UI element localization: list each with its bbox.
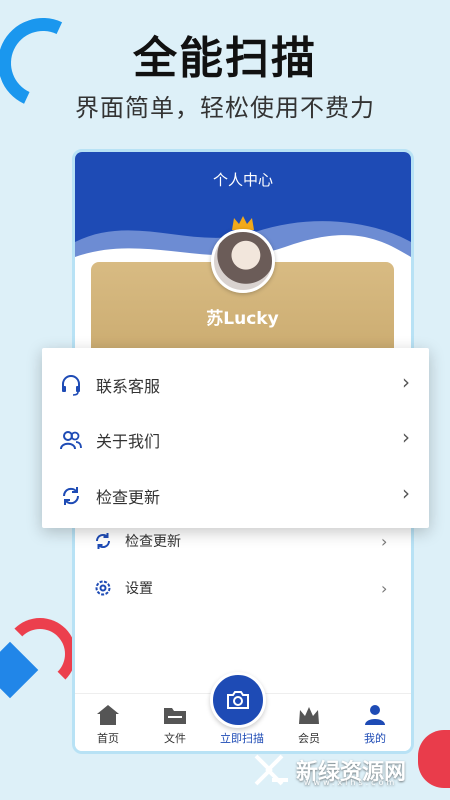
tab-mine[interactable]: 我的 (345, 694, 405, 751)
crown-icon (299, 707, 319, 724)
chevron-right-icon: › (381, 578, 388, 598)
tab-membership[interactable]: 会员 (279, 694, 339, 751)
username: 苏Lucky (206, 309, 279, 329)
popup-item-check-update[interactable]: 检查更新 › (42, 467, 429, 523)
watermark: 新绿资源网 www.xlhs.com (252, 748, 442, 792)
avatar[interactable] (211, 229, 275, 293)
tab-scan-now[interactable]: 立即扫描 (210, 672, 272, 751)
popup-item-label: 检查更新 (96, 488, 161, 507)
tab-home[interactable]: 首页 (78, 694, 138, 751)
watermark-url: www.xlhs.com (304, 778, 398, 787)
user-icon (365, 705, 385, 725)
menu-item-label: 设置 (125, 581, 153, 597)
menu-popup: 联系客服 › 关于我们 › 检查更新 › (42, 348, 429, 528)
users-icon (60, 429, 82, 451)
chevron-right-icon: › (402, 481, 410, 505)
refresh-icon (60, 485, 82, 507)
tab-label: 文件 (164, 732, 186, 745)
popup-item-label: 关于我们 (96, 432, 161, 451)
tab-label: 我的 (364, 732, 386, 745)
chevron-right-icon: › (402, 425, 410, 449)
chevron-right-icon: › (381, 531, 388, 551)
popup-item-label: 联系客服 (96, 377, 161, 396)
headset-icon (60, 374, 82, 396)
tab-label: 会员 (298, 732, 320, 745)
menu-item-label: 检查更新 (125, 534, 181, 550)
popup-item-about-us[interactable]: 关于我们 › (42, 411, 429, 467)
popup-item-contact-support[interactable]: 联系客服 › (42, 356, 429, 412)
page-title: 个人中心 (212, 171, 273, 189)
folder-icon (164, 708, 186, 724)
scan-button[interactable] (210, 672, 266, 728)
refresh-icon (93, 531, 113, 551)
camera-icon (227, 691, 249, 709)
tab-files[interactable]: 文件 (145, 694, 205, 751)
bottom-tab-bar: 首页 文件 立即扫描 会员 我的 (75, 672, 411, 751)
gear-icon (93, 578, 113, 598)
hero-subtitle: 界面简单，轻松使用不费力 (75, 94, 375, 122)
watermark-logo-icon (254, 754, 288, 786)
menu-item-settings[interactable]: 设置 › (75, 566, 411, 610)
tab-label: 首页 (97, 732, 119, 745)
hero-title: 全能扫描 (133, 33, 317, 84)
home-icon (97, 705, 119, 725)
tab-label: 立即扫描 (220, 732, 264, 745)
chevron-right-icon: › (402, 370, 410, 394)
